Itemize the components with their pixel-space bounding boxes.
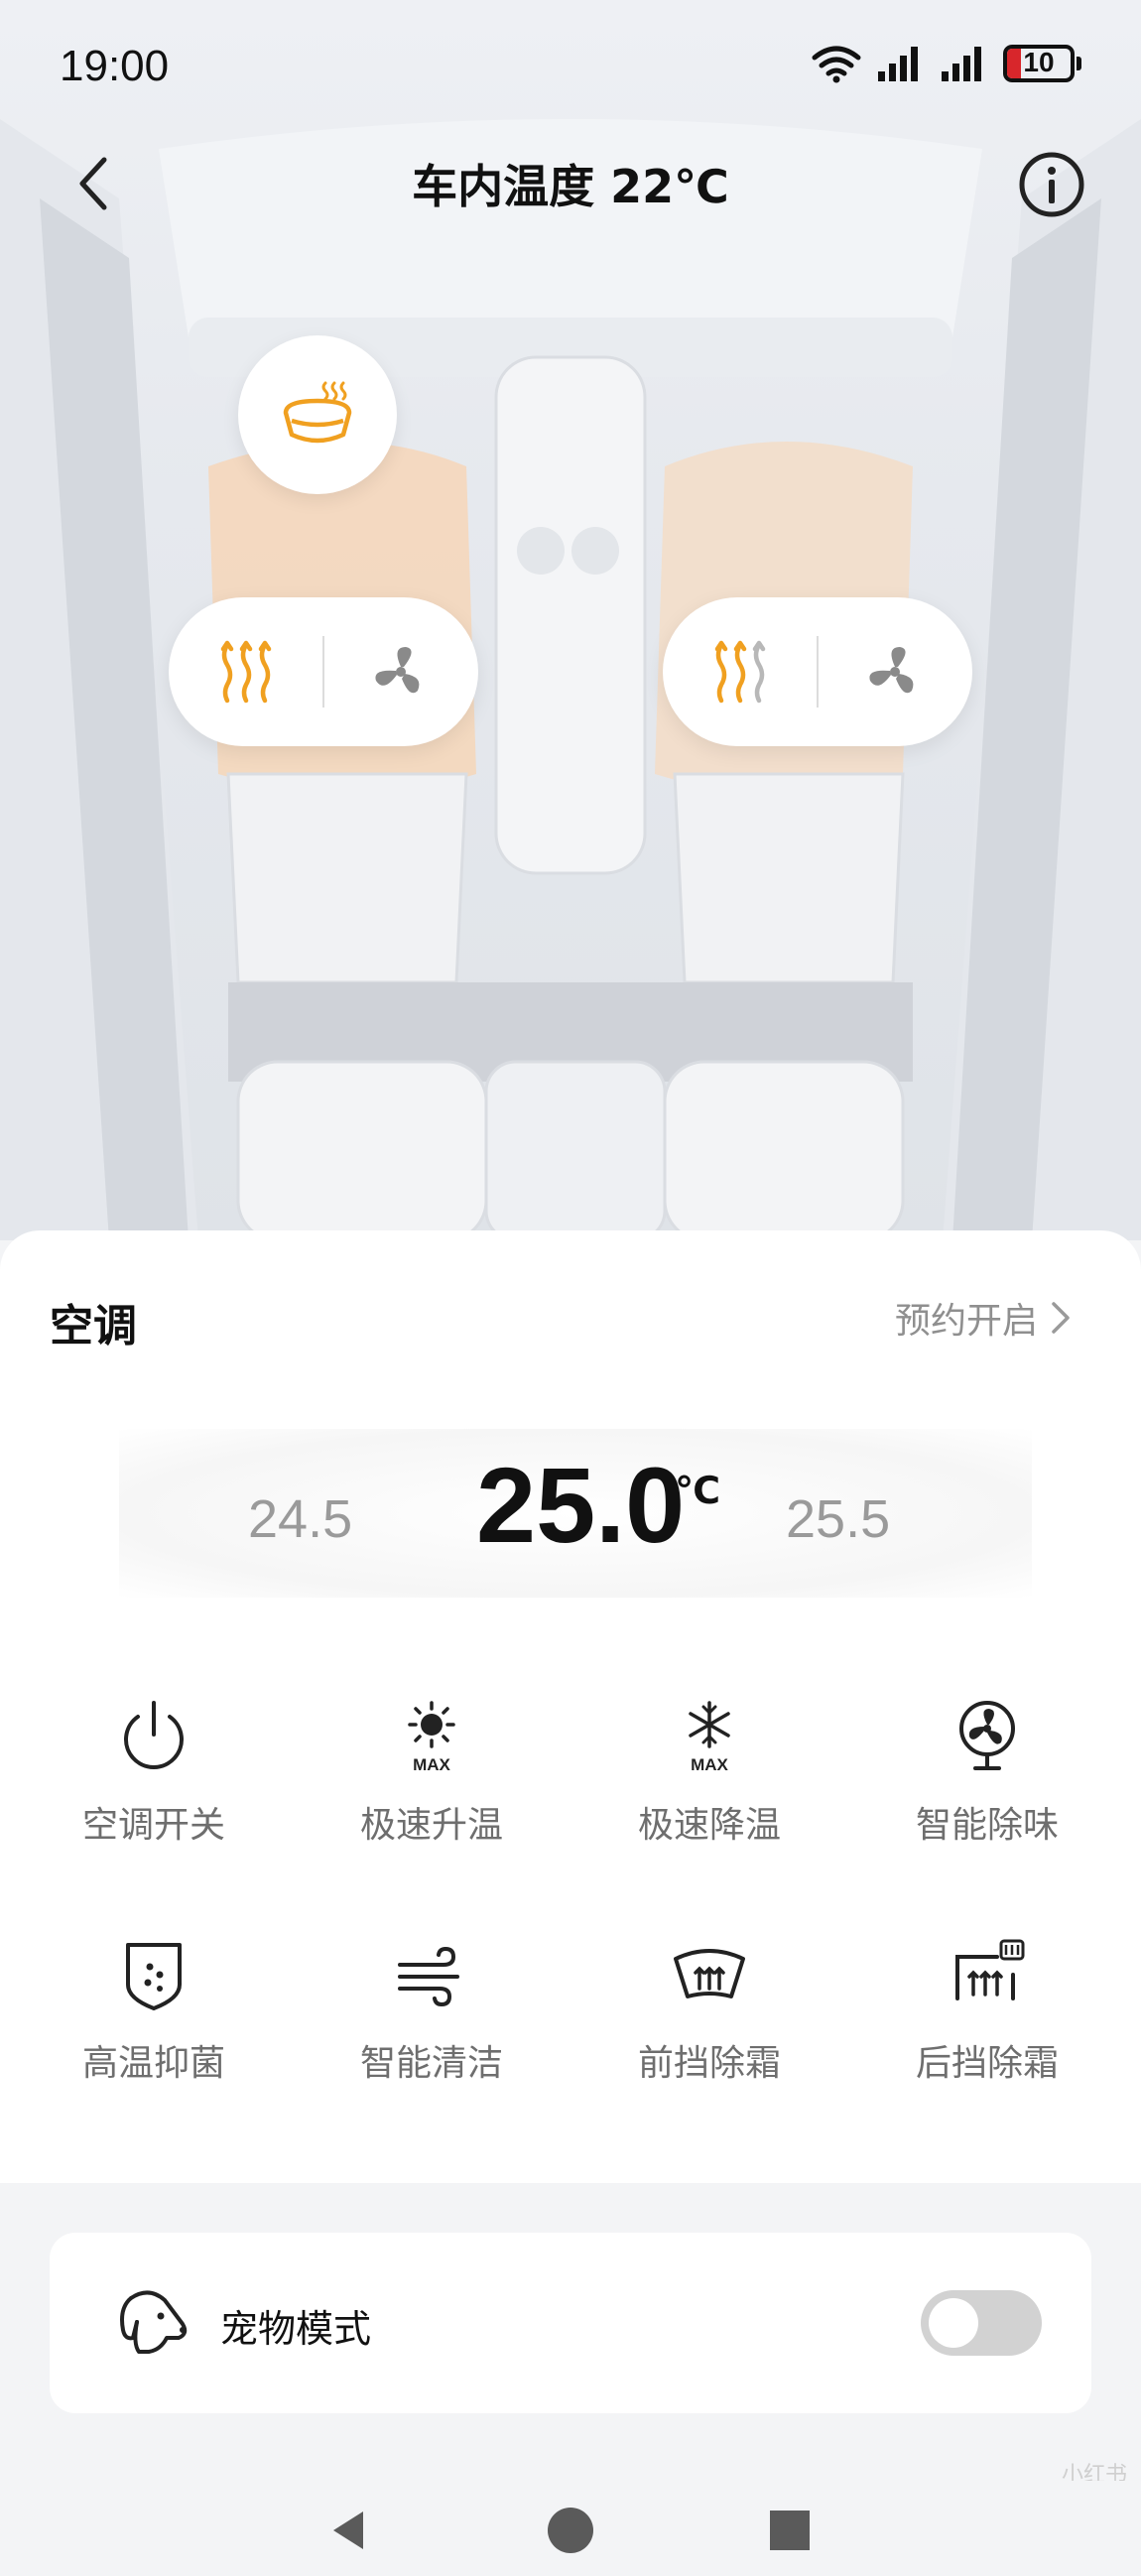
dog-icon — [120, 2290, 188, 2354]
passenger-seat-controls — [663, 597, 972, 746]
seat-ventilation-icon — [869, 647, 914, 694]
nav-back-button[interactable] — [319, 2503, 375, 2558]
status-icons: 10 — [811, 44, 1081, 83]
svg-text:MAX: MAX — [413, 1755, 450, 1774]
signal-icon — [878, 47, 918, 81]
shield-dots-icon — [126, 1943, 182, 2010]
temp-unit: ℃ — [675, 1469, 721, 1512]
pet-mode-card: 宠物模式 — [50, 2233, 1091, 2413]
chevron-right-icon — [1052, 1302, 1070, 1334]
signal-icon-2 — [942, 47, 981, 81]
schedule-label: 预约开启 — [894, 1301, 1038, 1342]
control-label: 智能清洁 — [359, 2043, 503, 2084]
triangle-back-icon — [333, 2512, 363, 2549]
control-label: 极速降温 — [637, 1805, 781, 1846]
steering-heat-button[interactable] — [238, 335, 397, 494]
ac-title: 空调 — [50, 1301, 137, 1352]
info-icon — [1019, 152, 1084, 217]
seat-heat-icon — [714, 640, 765, 704]
seat-ventilation-icon — [375, 647, 420, 694]
driver-seat-controls — [169, 597, 478, 746]
control-label: 极速升温 — [359, 1805, 503, 1846]
sterilize-button[interactable]: 高温抑菌 — [15, 1935, 293, 2133]
wifi-icon — [812, 46, 861, 83]
toggle-knob — [929, 2298, 978, 2348]
sun-max-icon: MAX — [408, 1701, 455, 1774]
schedule-button[interactable]: 预约开启 — [895, 1292, 1072, 1344]
temperature-selector[interactable]: 24.5 25.0 ℃ 25.5 — [119, 1429, 1032, 1598]
rear-defrost-icon — [955, 1939, 1025, 2000]
circle-home-icon — [548, 2508, 593, 2553]
driver-seat-heat-button[interactable] — [169, 597, 322, 746]
control-label: 前挡除霜 — [637, 2043, 781, 2084]
battery-indicator: 10 — [1003, 45, 1081, 82]
wind-icon — [398, 1946, 459, 2007]
temp-current: 25.0 — [476, 1445, 686, 1565]
ac-panel: 空调 预约开启 24.5 25.0 ℃ 25.5 空调开关 MAX 极速升温 M… — [0, 1230, 1141, 2183]
snowflake-max-icon: MAX — [689, 1701, 730, 1774]
odor-removal-button[interactable]: 智能除味 — [848, 1697, 1126, 1895]
nav-home-button[interactable] — [543, 2503, 598, 2558]
rear-defrost-button[interactable]: 后挡除霜 — [848, 1935, 1126, 2133]
control-label: 空调开关 — [81, 1805, 225, 1846]
steering-wheel-heat-icon — [283, 381, 352, 444]
page-title: 车内温度 22℃ — [412, 160, 729, 213]
temp-option-lower[interactable]: 24.5 — [248, 1488, 352, 1550]
car-view: 19:00 10 车内温度 22℃ — [0, 0, 1141, 1240]
rapid-cool-button[interactable]: MAX 极速降温 — [570, 1697, 848, 1895]
clock: 19:00 — [60, 42, 170, 90]
pet-mode-label: 宠物模式 — [220, 2307, 372, 2351]
front-defrost-icon — [674, 1949, 745, 1998]
ac-power-button[interactable]: 空调开关 — [15, 1697, 293, 1895]
info-button[interactable] — [1014, 147, 1089, 222]
power-icon — [124, 1701, 184, 1769]
fan-icon — [959, 1701, 1015, 1770]
seat-heat-icon — [220, 640, 271, 704]
driver-seat-vent-button[interactable] — [324, 597, 478, 746]
status-bar: 19:00 10 — [0, 0, 1141, 139]
temp-option-higher[interactable]: 25.5 — [786, 1488, 890, 1550]
smart-clean-button[interactable]: 智能清洁 — [293, 1935, 570, 2133]
battery-level: 10 — [1023, 47, 1055, 77]
rapid-heat-button[interactable]: MAX 极速升温 — [293, 1697, 570, 1895]
passenger-seat-heat-button[interactable] — [663, 597, 817, 746]
passenger-seat-vent-button[interactable] — [819, 597, 972, 746]
svg-text:MAX: MAX — [691, 1755, 728, 1774]
nav-recents-button[interactable] — [762, 2503, 818, 2558]
control-label: 高温抑菌 — [81, 2043, 225, 2084]
system-nav-bar — [0, 2481, 1141, 2576]
square-recents-icon — [770, 2511, 810, 2550]
control-label: 智能除味 — [915, 1805, 1059, 1846]
front-defrost-button[interactable]: 前挡除霜 — [570, 1935, 848, 2133]
pet-mode-toggle[interactable] — [921, 2290, 1042, 2356]
control-label: 后挡除霜 — [915, 2043, 1059, 2084]
